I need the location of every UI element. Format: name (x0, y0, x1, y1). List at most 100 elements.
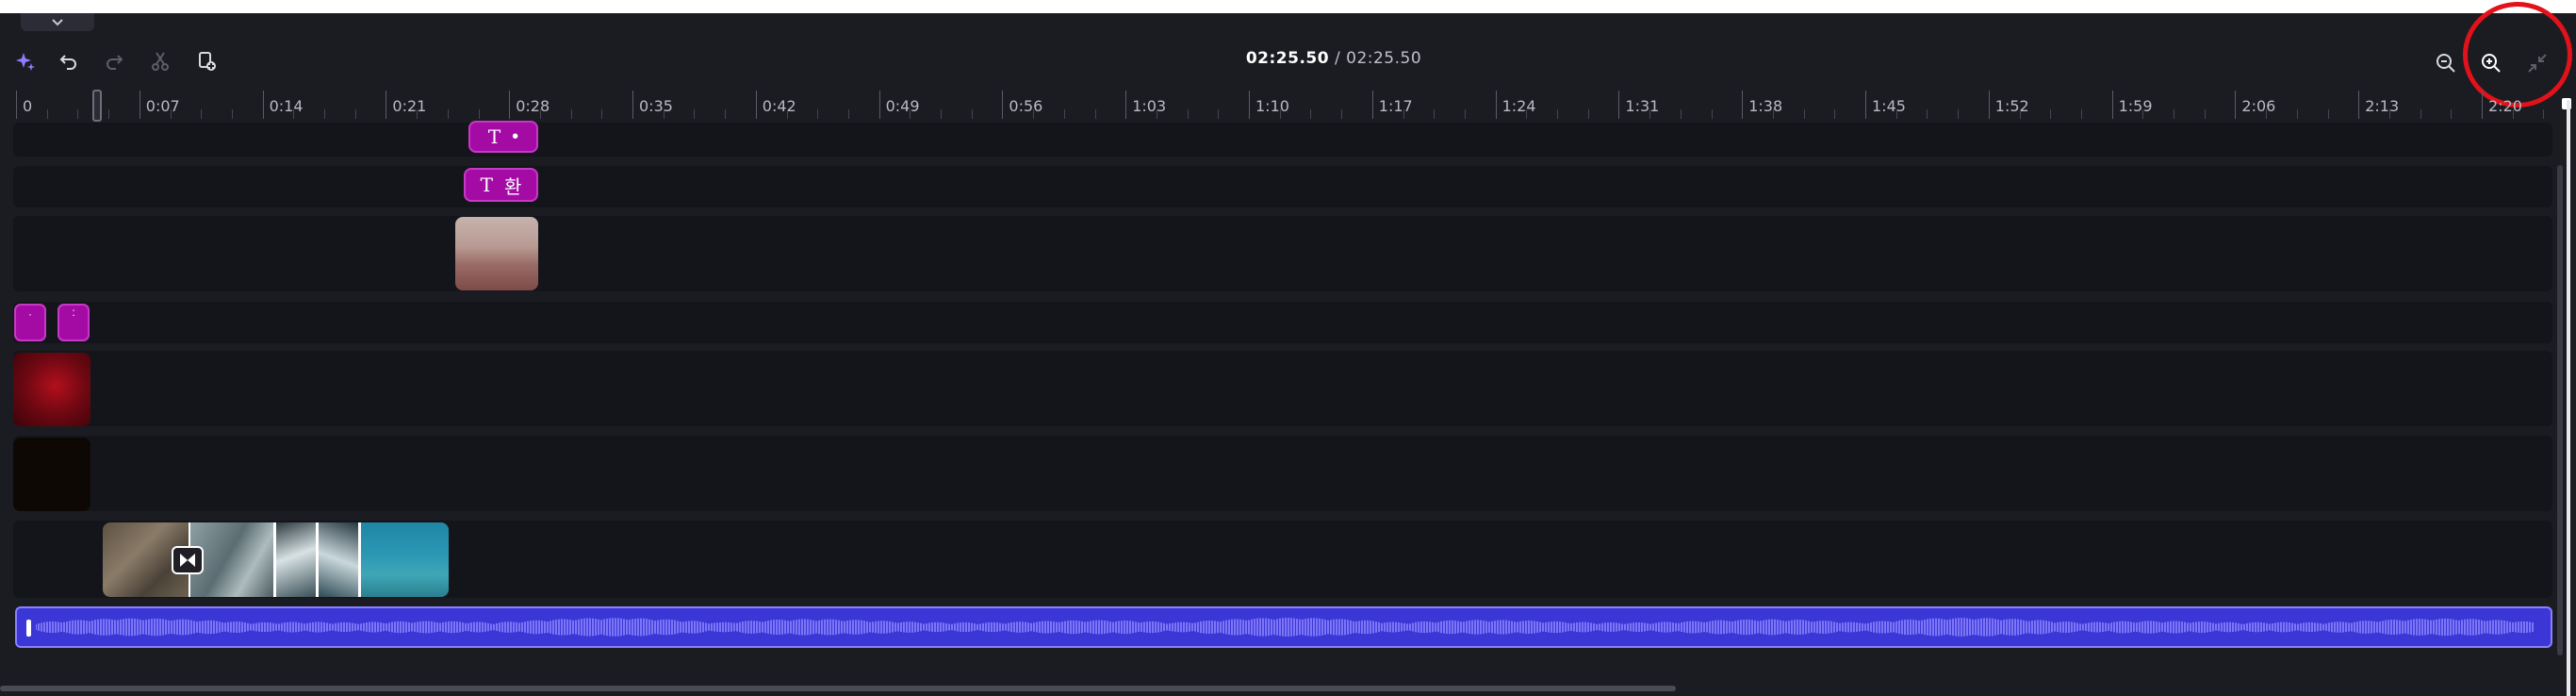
ruler-minor-tick (1803, 109, 1805, 119)
ruler-minor-tick (170, 109, 172, 119)
ruler-minor-tick (293, 109, 295, 119)
ruler-minor-tick (570, 109, 572, 119)
ruler-tick: 1:24 (1495, 91, 1536, 119)
ruler-minor-tick (2204, 109, 2206, 119)
ruler-minor-tick (1895, 109, 1897, 119)
ruler-tick: 2:20 (2482, 91, 2522, 119)
playhead-handle[interactable] (92, 90, 102, 122)
collapse-panel-button[interactable] (21, 13, 94, 31)
ruler-tick: 0:35 (632, 91, 673, 119)
red-overlay-clip[interactable] (13, 353, 90, 426)
ruler-minor-tick (417, 109, 418, 119)
ruler-tick: 1:45 (1865, 91, 1906, 119)
top-panel-edge (0, 0, 2576, 13)
video-clip-4[interactable] (319, 522, 358, 597)
ruler-minor-tick (1218, 109, 1220, 119)
ruler-minor-tick (1279, 109, 1281, 119)
text-track-2 (13, 166, 2552, 207)
audio-trim-handle[interactable] (26, 620, 31, 637)
transition-button[interactable] (172, 546, 204, 574)
ruler-tick-label: 0:07 (145, 97, 180, 115)
ruler-tick-label: 0:49 (885, 97, 920, 115)
ruler-tick-label: 2:20 (2488, 97, 2522, 115)
ruler-tick-label: 1:52 (1994, 97, 2029, 115)
ruler-minor-tick (663, 109, 665, 119)
ruler-tick-label: 0:21 (392, 97, 427, 115)
ruler-minor-tick (2327, 109, 2329, 119)
zoom-out-icon (2437, 54, 2455, 73)
ruler-tick-label: 0 (23, 97, 33, 115)
image-clip[interactable] (455, 217, 538, 290)
ruler-tick: 0:42 (755, 91, 796, 119)
ruler-minor-tick (2296, 109, 2298, 119)
ruler-minor-tick (971, 109, 973, 119)
undo-button[interactable] (53, 45, 85, 77)
video-clips-group[interactable] (103, 522, 449, 597)
ruler-minor-tick (1094, 109, 1096, 119)
ruler-tick: 0:07 (139, 91, 180, 119)
caption-clip-2[interactable]: : (57, 304, 90, 341)
text-track-1 (13, 123, 2552, 157)
vertical-scrollbar[interactable] (2557, 165, 2563, 655)
waveform-path (36, 618, 2534, 637)
ruler-tick: 1:52 (1988, 91, 2029, 119)
image-track (13, 216, 2552, 291)
ruler-minor-tick (231, 109, 233, 119)
scissors-icon (152, 52, 169, 71)
split-button[interactable] (144, 45, 176, 77)
ruler-minor-tick (1649, 109, 1651, 119)
ruler-minor-tick (201, 109, 203, 119)
text-clip-2[interactable]: T 환 (464, 168, 538, 202)
caption-clip-1[interactable]: · (14, 304, 46, 341)
ruler-tick-label: 1:38 (1748, 97, 1783, 115)
horizontal-scrollbar[interactable] (0, 686, 1676, 691)
ruler-minor-tick (1403, 109, 1404, 119)
caption-track (13, 302, 2552, 343)
ruler-minor-tick (786, 109, 788, 119)
chevron-down-icon (52, 18, 63, 25)
duplicate-button[interactable] (190, 45, 222, 77)
ruler-minor-tick (2050, 109, 2052, 119)
text-clip-label: 환 (503, 176, 522, 198)
text-glyph-icon: T (480, 174, 493, 196)
ruler-minor-tick (1063, 109, 1065, 119)
ruler-minor-tick (1526, 109, 1528, 119)
zoom-out-button[interactable] (2430, 47, 2462, 79)
ruler-minor-tick (694, 109, 696, 119)
ruler-minor-tick (478, 109, 480, 119)
video-clip-5[interactable] (361, 522, 449, 597)
text-clip-label: • (512, 125, 519, 147)
video-clip-3[interactable] (276, 522, 316, 597)
ruler-minor-tick (1834, 109, 1836, 119)
ruler-minor-tick (2451, 109, 2453, 119)
ruler-minor-tick (1464, 109, 1466, 119)
ruler-minor-tick (2512, 109, 2514, 119)
ruler-tick-label: 1:31 (1625, 97, 1660, 115)
ruler-tick-label: 1:45 (1872, 97, 1906, 115)
redo-button[interactable] (98, 45, 130, 77)
time-ruler[interactable]: 0 0:07 0:14 0:21 0:28 0:35 0:42 0:49 0:56 1:03 1:1… (0, 91, 2576, 119)
text-glyph-icon: T (487, 125, 501, 148)
text-clip-1[interactable]: T • (468, 121, 538, 153)
overlay-track-red (13, 351, 2552, 426)
ruler-minor-tick (108, 109, 110, 119)
ruler-minor-tick (1033, 109, 1035, 119)
audio-clip[interactable] (15, 606, 2552, 648)
ruler-tick: 2:06 (2235, 91, 2275, 119)
ai-magic-button[interactable] (9, 45, 41, 77)
overlay-track-dark (13, 436, 2552, 511)
ruler-minor-tick (2080, 109, 2082, 119)
ruler-tick-label: 1:10 (1255, 97, 1289, 115)
sparkle-icon (16, 53, 35, 71)
ruler-tick-label: 0:14 (269, 97, 304, 115)
ruler-minor-tick (817, 109, 819, 119)
ruler-minor-tick (1711, 109, 1713, 119)
ruler-minor-tick (910, 109, 911, 119)
ruler-tick-label: 0:35 (639, 97, 673, 115)
ruler-tick: 0:56 (1002, 91, 1042, 119)
ruler-minor-tick (2420, 109, 2421, 119)
ruler-minor-tick (2543, 109, 2545, 119)
ruler-tick: 1:31 (1618, 91, 1659, 119)
dark-overlay-clip[interactable] (13, 438, 90, 511)
total-duration: 02:25.50 (1346, 49, 1422, 68)
